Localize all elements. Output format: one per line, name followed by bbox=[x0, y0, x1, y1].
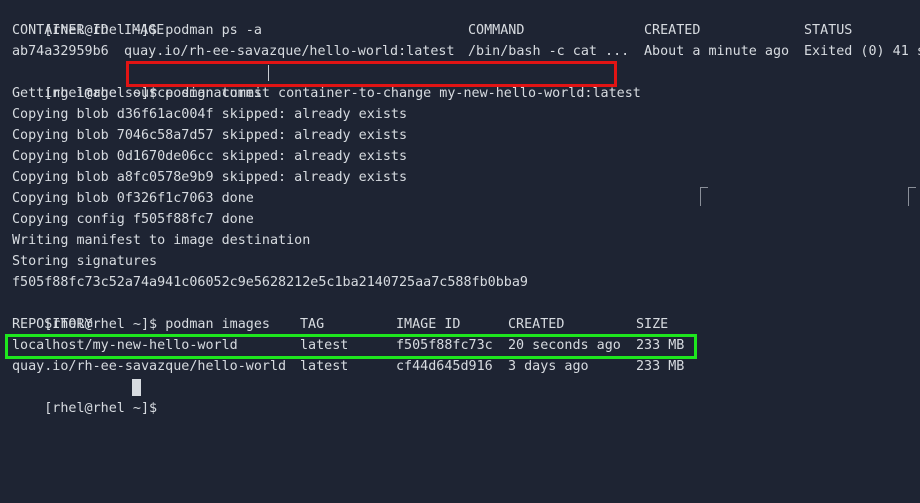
ps-header-command: COMMAND bbox=[468, 23, 525, 38]
images-header-size: SIZE bbox=[636, 317, 669, 332]
images-cell-repository: quay.io/rh-ee-savazque/hello-world bbox=[12, 359, 287, 374]
output-line: Copying blob 0f326f1c7063 done bbox=[12, 191, 254, 206]
ps-cell-created: About a minute ago bbox=[644, 44, 790, 59]
images-cell-size: 233 MB bbox=[636, 359, 685, 374]
prompt-line-ps: [rhel@rhel ~]$ podman ps -a bbox=[12, 0, 262, 38]
images-cell-created: 3 days ago bbox=[508, 359, 589, 374]
output-line: Writing manifest to image destination bbox=[12, 233, 311, 248]
terminal-cursor bbox=[132, 379, 141, 396]
ps-cell-command: /bin/bash -c cat ... bbox=[468, 44, 630, 59]
output-line: Copying blob 0d1670de06cc skipped: alrea… bbox=[12, 149, 408, 164]
images-cell-tag: latest bbox=[300, 359, 349, 374]
selection-marker-icon bbox=[908, 187, 916, 206]
ps-cell-status: Exited (0) 41 s bbox=[804, 44, 920, 59]
ps-row: ab74a32959b6 quay.io/rh-ee-savazque/hell… bbox=[12, 41, 920, 62]
images-cell-image-id: cf44d645d916 bbox=[396, 359, 493, 374]
image-digest-line: f505f88fc73c52a74a941c06052c9e5628212e5c… bbox=[12, 275, 528, 290]
text-cursor-icon bbox=[268, 65, 269, 81]
images-header-row: REPOSITORY TAG IMAGE ID CREATED SIZE bbox=[12, 314, 712, 335]
images-header-created: CREATED bbox=[508, 317, 565, 332]
output-line: Copying blob 7046c58a7d57 skipped: alrea… bbox=[12, 128, 408, 143]
output-line: Copying blob a8fc0578e9b9 skipped: alrea… bbox=[12, 170, 408, 185]
prompt-line-current[interactable]: [rhel@rhel ~]$ bbox=[12, 377, 165, 416]
ps-header-image: IMAGE bbox=[124, 23, 165, 38]
images-row: quay.io/rh-ee-savazque/hello-world lates… bbox=[12, 356, 712, 377]
terminal-window[interactable]: [rhel@rhel ~]$ podman ps -a CONTAINER ID… bbox=[0, 0, 920, 416]
output-line: Copying blob d36f61ac004f skipped: alrea… bbox=[12, 107, 408, 122]
output-line: Getting image source signatures bbox=[12, 86, 262, 101]
ps-header-status: STATUS bbox=[804, 23, 853, 38]
ps-cell-container-id: ab74a32959b6 bbox=[12, 44, 109, 59]
ps-cell-image: quay.io/rh-ee-savazque/hello-world:lates… bbox=[124, 44, 455, 59]
shell-prompt: [rhel@rhel ~]$ bbox=[44, 401, 158, 416]
ps-header-created: CREATED bbox=[644, 23, 701, 38]
images-header-image-id: IMAGE ID bbox=[396, 317, 461, 332]
output-line: Copying config f505f88fc7 done bbox=[12, 212, 254, 227]
output-line: Storing signatures bbox=[12, 254, 158, 269]
ps-header-container-id: CONTAINER ID bbox=[12, 23, 109, 38]
images-header-repository: REPOSITORY bbox=[12, 317, 93, 332]
prompt-line-images: [rhel@rhel ~]$ podman images bbox=[12, 293, 270, 332]
ps-header-row: CONTAINER ID IMAGE COMMAND CREATED STATU… bbox=[12, 20, 912, 41]
images-header-tag: TAG bbox=[300, 317, 325, 332]
selection-marker-icon bbox=[700, 187, 708, 206]
